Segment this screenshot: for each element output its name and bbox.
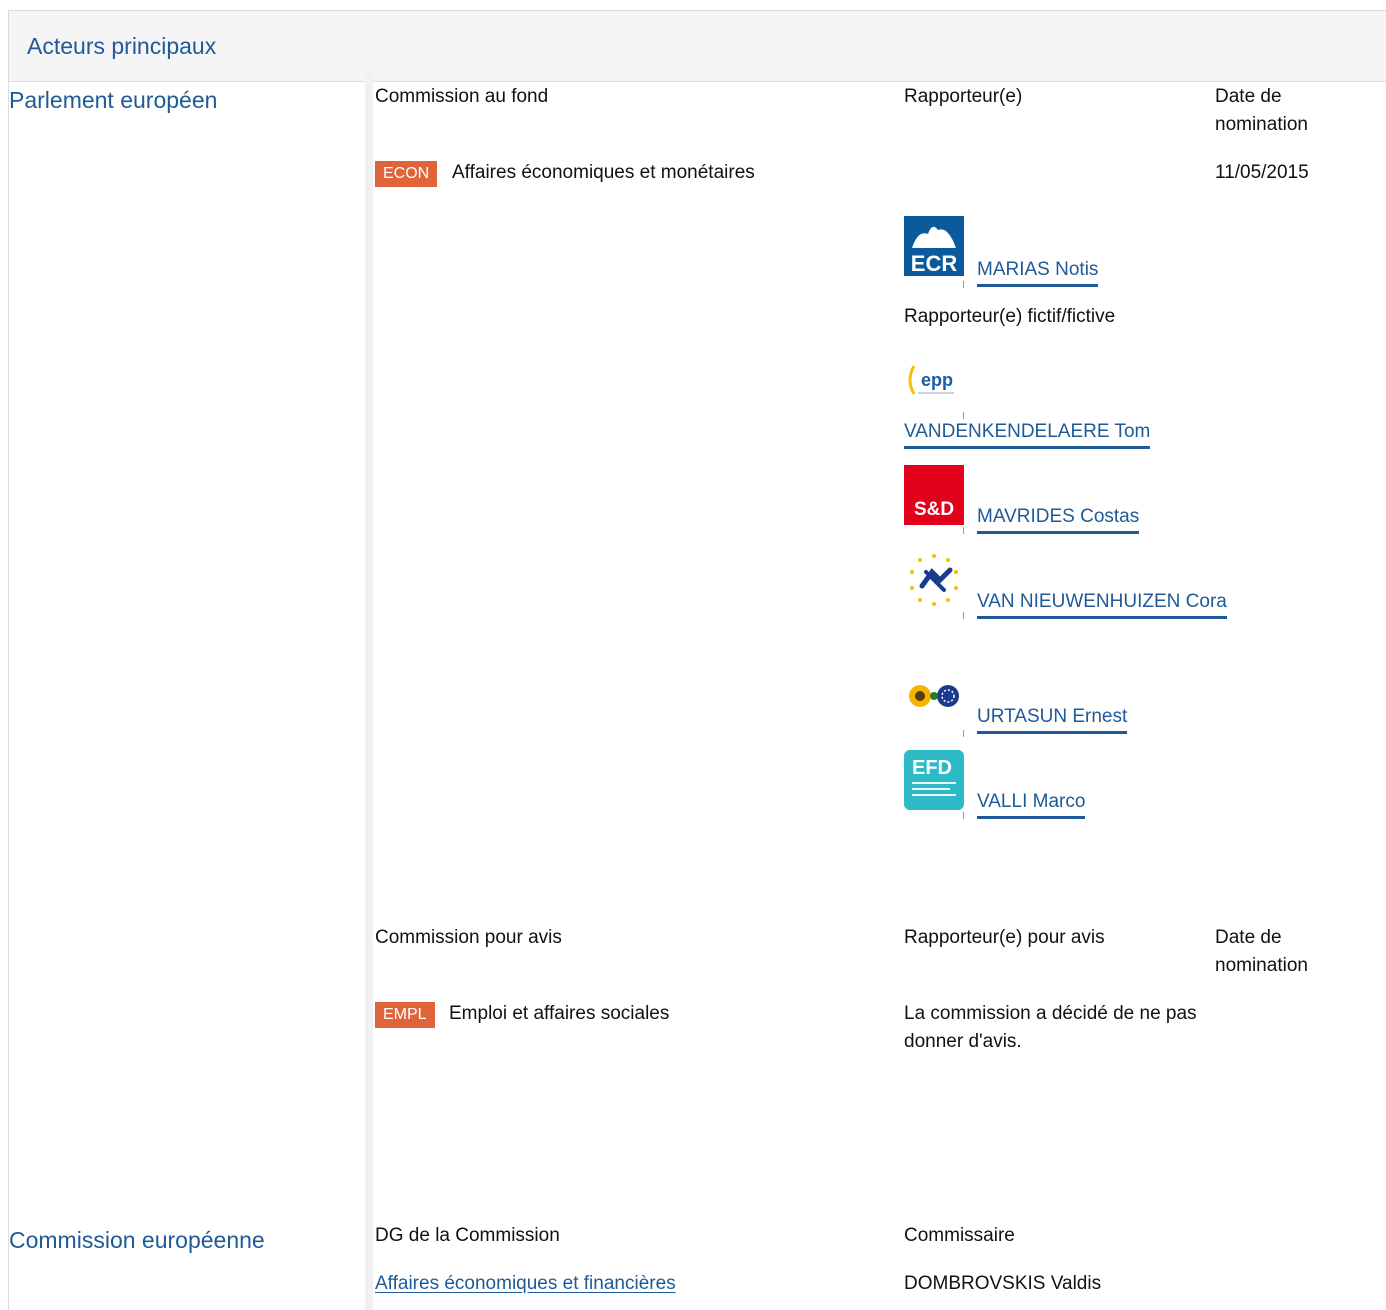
opinion-date-header: Date de nomination [1215,927,1308,976]
svg-text:ECR: ECR [911,251,958,276]
shadow-rapporteur-link[interactable]: VALLI Marco [977,790,1086,819]
opinion-rapporteur-header: Rapporteur(e) pour avis [904,927,1105,948]
svg-text:S&D: S&D [914,499,954,520]
lead-committee-name: Affaires économiques et monétaires [452,162,755,183]
commissioner-name: DOMBROVSKIS Valdis [904,1273,1102,1294]
commissioner-header: Commissaire [904,1225,1015,1246]
appointment-date-header: Date de nomination [1215,86,1308,135]
lead-committee-header: Commission au fond [375,86,549,107]
dg-header: DG de la Commission [375,1225,560,1246]
shadow-rapporteur-link[interactable]: URTASUN Ernest [977,705,1128,734]
rapporteur-header: Rapporteur(e) [904,86,1023,107]
rapporteur-link[interactable]: MARIAS Notis [977,258,1099,287]
column-separator [365,72,373,1310]
epp-logo-icon: epp [904,350,964,410]
key-players-panel: Acteurs principaux [8,10,1386,1310]
sd-logo-icon: S&D [904,465,964,525]
ep-label: Parlement européen [9,87,218,113]
shadow-rapporteur-link[interactable]: VAN NIEUWENHUIZEN Cora [977,590,1227,619]
panel-header: Acteurs principaux [9,11,1386,82]
greens-efa-logo-icon [904,668,964,728]
opinion-committee-header: Commission pour avis [375,927,562,948]
panel-title: Acteurs principaux [27,33,217,59]
committee-badge-econ: ECON [375,161,438,187]
opinion-note: La commission a décidé de ne pas donner … [904,1003,1197,1052]
shadow-rapporteur-link[interactable]: VANDENKENDELAERE Tom [904,420,1151,449]
committee-badge-empl: EMPL [375,1002,435,1028]
opinion-committee-name: Emploi et affaires sociales [449,1003,670,1024]
alde-logo-icon [904,550,964,610]
ec-label: Commission européenne [9,1227,265,1253]
svg-text:EFD: EFD [912,757,952,779]
shadow-rapporteur-link[interactable]: MAVRIDES Costas [977,505,1140,534]
dg-link[interactable]: Affaires économiques et financières [375,1272,676,1298]
shadow-rapporteur-label: Rapporteur(e) fictif/fictive [904,306,1116,327]
svg-text:epp: epp [921,370,953,390]
appointment-date: 11/05/2015 [1215,162,1309,183]
efd-logo-icon: EFD [904,750,964,810]
ecr-logo-icon: ECR [904,216,964,276]
